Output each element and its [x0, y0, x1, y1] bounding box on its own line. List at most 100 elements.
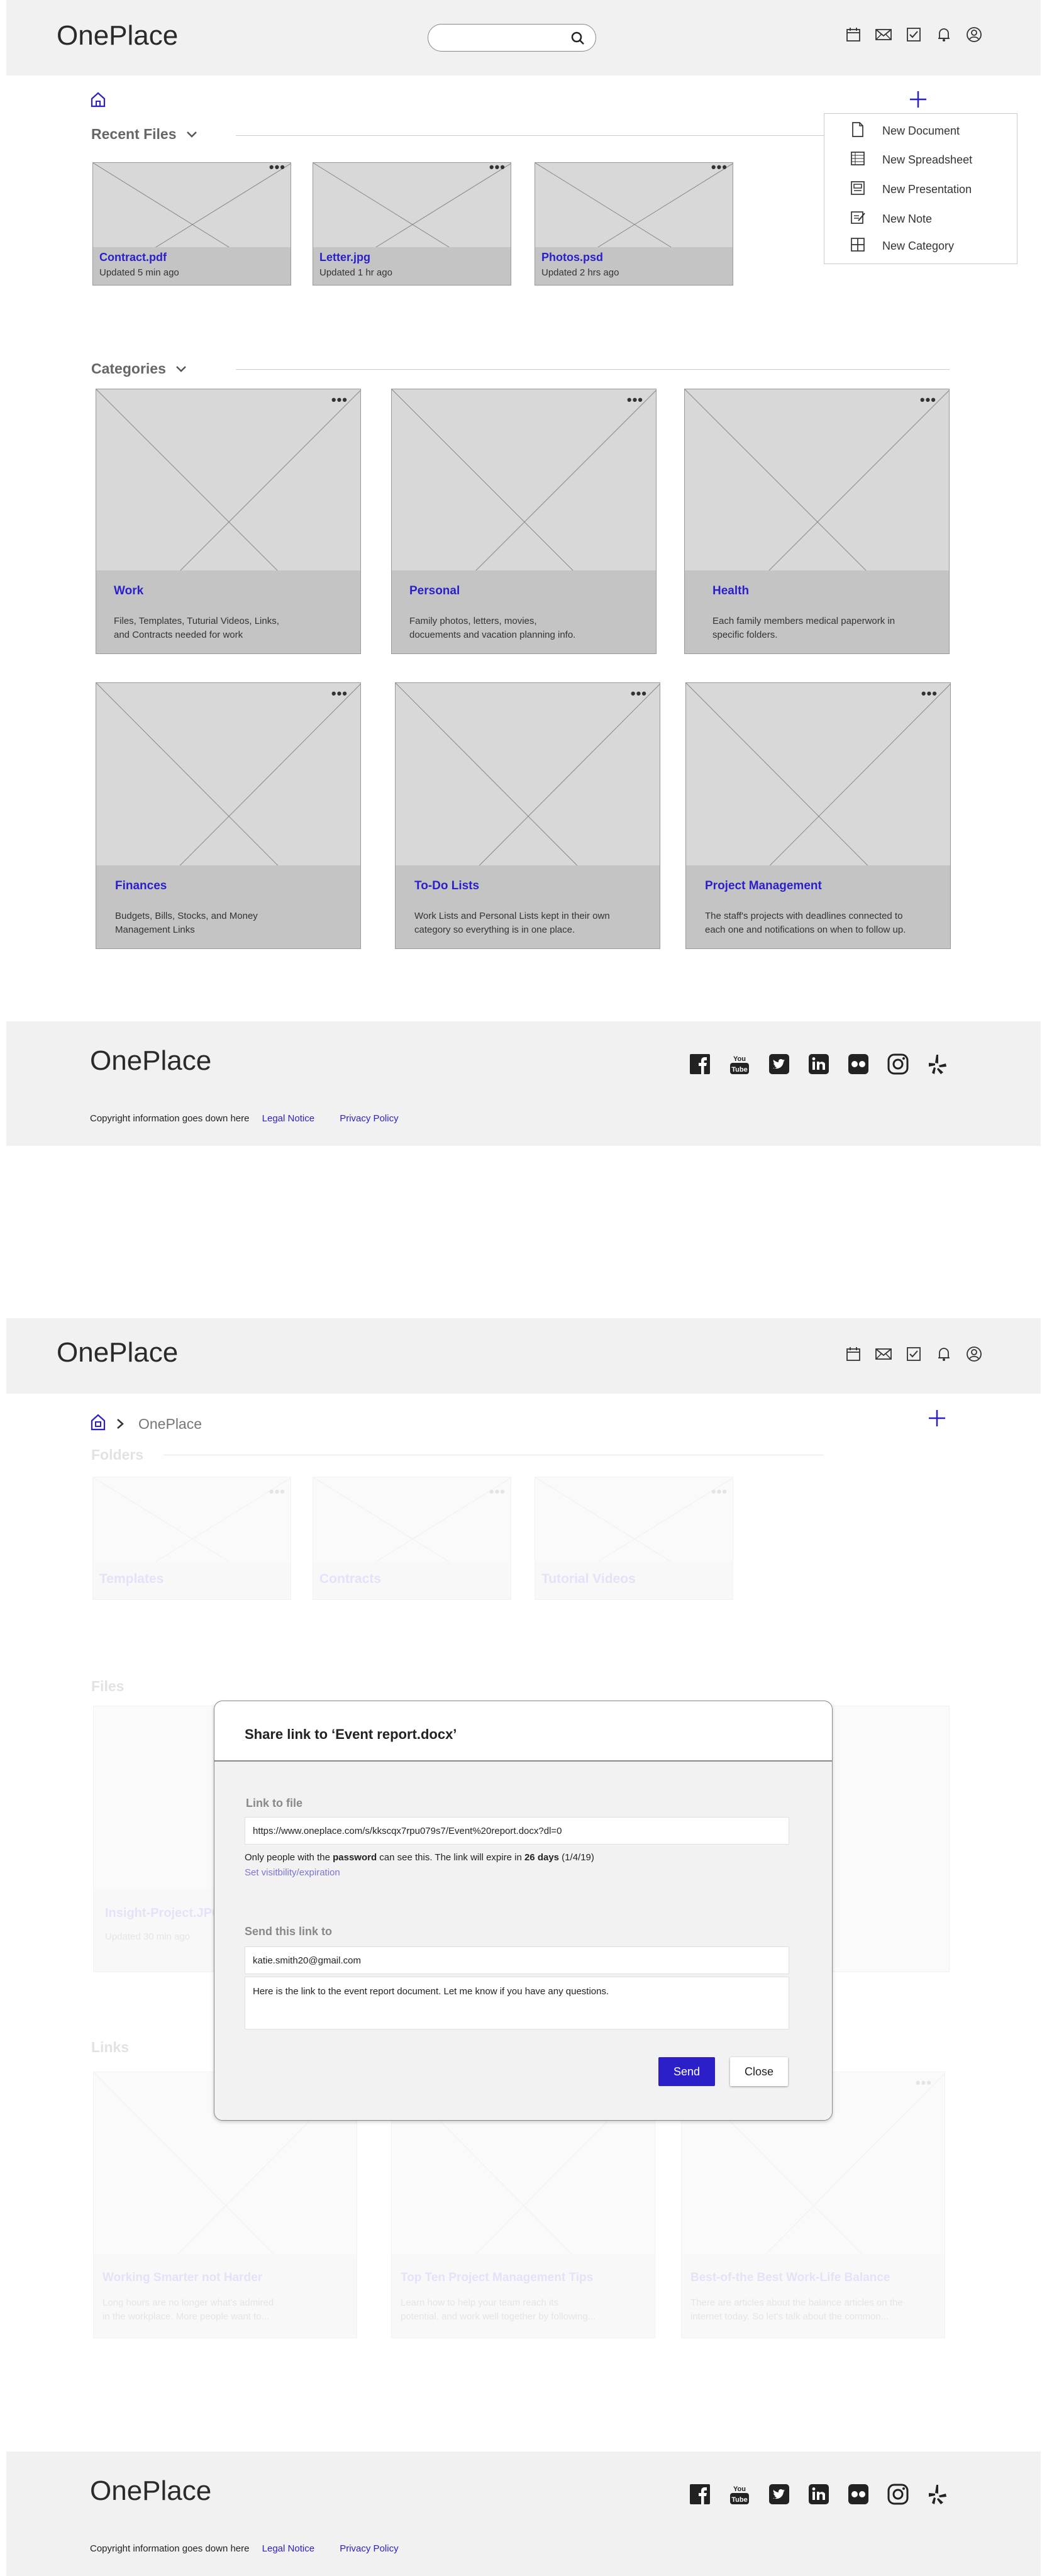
linkedin-icon[interactable] — [807, 2483, 830, 2509]
category-card[interactable]: ••• Work Files, Templates, Tuturial Videos… — [96, 389, 361, 654]
folder-card: ••• Templates — [92, 1477, 291, 1600]
more-options-icon[interactable]: ••• — [331, 687, 348, 701]
category-card[interactable]: ••• Health Each family members medical pap… — [684, 389, 950, 654]
category-icon — [850, 236, 882, 256]
menu-item-new-presentation[interactable]: New Presentation — [850, 180, 972, 199]
footer-logo[interactable]: OnePlace — [90, 2475, 211, 2507]
category-title[interactable]: Project Management — [705, 879, 822, 893]
more-options-icon[interactable]: ••• — [711, 163, 728, 174]
header-2: OnePlace — [6, 1318, 1041, 1394]
category-card[interactable]: ••• Personal Family photos, letters, movie… — [391, 389, 657, 654]
add-icon[interactable] — [928, 1409, 946, 1431]
twitter-icon[interactable] — [768, 2483, 790, 2509]
categories-title[interactable]: Categories — [91, 360, 187, 377]
legal-notice-link[interactable]: Legal Notice — [262, 2543, 314, 2554]
menu-item-new-document[interactable]: New Document — [850, 121, 960, 141]
menu-item-new-spreadsheet[interactable]: New Spreadsheet — [850, 150, 972, 170]
facebook-icon[interactable] — [689, 2483, 711, 2509]
category-title[interactable]: Work — [114, 584, 143, 598]
bell-icon[interactable] — [936, 1346, 952, 1362]
user-icon[interactable] — [966, 1346, 982, 1362]
category-card[interactable]: ••• Finances Budgets, Bills, Stocks, and M… — [96, 682, 361, 949]
home-icon[interactable] — [89, 1413, 107, 1435]
app-logo[interactable]: OnePlace — [57, 1337, 178, 1368]
category-title[interactable]: Finances — [115, 879, 167, 893]
more-options-icon: ••• — [915, 2075, 932, 2090]
bell-icon[interactable] — [936, 26, 952, 43]
footer-logo[interactable]: OnePlace — [90, 1045, 211, 1077]
facebook-icon[interactable] — [689, 1053, 711, 1079]
spreadsheet-icon — [850, 150, 882, 170]
breadcrumb-current: OnePlace — [138, 1416, 202, 1432]
menu-item-new-note[interactable]: New Note — [850, 209, 932, 229]
recent-files-title[interactable]: Recent Files — [91, 126, 198, 143]
calendar-icon[interactable] — [845, 1346, 862, 1362]
more-options-icon[interactable]: ••• — [269, 163, 285, 174]
link-field[interactable]: https://www.oneplace.com/s/kkscqx7rpu079… — [245, 1817, 789, 1845]
file-name[interactable]: Photos.psd — [541, 251, 603, 264]
yelp-icon[interactable] — [926, 1053, 949, 1079]
flickr-icon[interactable] — [847, 2483, 870, 2509]
note-icon — [850, 209, 882, 229]
category-card[interactable]: ••• Project Management The staff's project… — [685, 682, 951, 949]
header-icons — [845, 1346, 982, 1362]
link-label: Link to file — [246, 1797, 302, 1809]
instagram-icon[interactable] — [887, 2483, 909, 2509]
privacy-policy-link[interactable]: Privacy Policy — [340, 2543, 398, 2554]
add-icon[interactable] — [909, 90, 928, 112]
presentation-icon — [850, 180, 882, 199]
file-updated: Updated 5 min ago — [99, 267, 179, 278]
category-card[interactable]: ••• To-Do Lists Work Lists and Personal Li… — [395, 682, 660, 949]
more-options-icon[interactable]: ••• — [627, 393, 643, 407]
checkbox-icon[interactable] — [906, 1346, 922, 1362]
privacy-policy-link[interactable]: Privacy Policy — [340, 1113, 398, 1124]
more-options-icon[interactable]: ••• — [921, 687, 938, 701]
recent-file-card[interactable]: ••• Contract.pdf Updated 5 min ago — [92, 162, 291, 286]
instagram-icon[interactable] — [887, 1053, 909, 1079]
file-name[interactable]: Letter.jpg — [319, 251, 370, 264]
file-name[interactable]: Contract.pdf — [99, 251, 167, 264]
search-input[interactable] — [428, 24, 596, 52]
linkedin-icon[interactable] — [807, 1053, 830, 1079]
calendar-icon[interactable] — [845, 26, 862, 43]
more-options-icon[interactable]: ••• — [920, 393, 936, 407]
divider — [236, 369, 950, 370]
folders-title: Folders — [91, 1446, 144, 1463]
twitter-icon[interactable] — [768, 1053, 790, 1079]
recent-file-card[interactable]: ••• Letter.jpg Updated 1 hr ago — [313, 162, 511, 286]
category-title[interactable]: Personal — [409, 584, 460, 598]
home-icon[interactable] — [89, 91, 107, 111]
link-title: Working Smarter not Harder — [103, 2271, 263, 2284]
category-description: The staff's projects with deadlines conn… — [705, 911, 906, 935]
send-button[interactable]: Send — [658, 2057, 715, 2086]
more-options-icon[interactable]: ••• — [331, 393, 348, 407]
more-options-icon[interactable]: ••• — [631, 687, 647, 701]
file-updated: Updated 1 hr ago — [319, 267, 392, 278]
youtube-icon[interactable]: You Tube — [728, 1053, 751, 1079]
recent-file-card[interactable]: ••• Photos.psd Updated 2 hrs ago — [535, 162, 733, 286]
message-field[interactable]: Here is the link to the event report doc… — [245, 1977, 789, 2029]
mail-icon[interactable] — [875, 26, 892, 43]
chevron-down-icon[interactable] — [175, 360, 187, 377]
app-logo[interactable]: OnePlace — [57, 20, 178, 52]
menu-item-new-category[interactable]: New Category — [850, 236, 954, 256]
yelp-icon[interactable] — [926, 2483, 949, 2509]
more-options-icon: ••• — [489, 1484, 506, 1499]
close-button[interactable]: Close — [730, 2057, 788, 2086]
footer-links: Copyright information goes down here Leg… — [90, 1113, 399, 1124]
mail-icon[interactable] — [875, 1346, 892, 1362]
user-icon[interactable] — [966, 26, 982, 43]
more-options-icon[interactable]: ••• — [489, 163, 506, 174]
header-icons — [845, 26, 982, 43]
email-field[interactable]: katie.smith20@gmail.com — [245, 1946, 789, 1974]
set-visibility-link[interactable]: Set visitbility/expiration — [245, 1867, 340, 1878]
flickr-icon[interactable] — [847, 1053, 870, 1079]
category-title[interactable]: Health — [712, 584, 749, 598]
search-icon[interactable] — [570, 31, 585, 49]
category-title[interactable]: To-Do Lists — [414, 879, 479, 893]
link-title: Best-of-the Best Work-Life Balance — [690, 2271, 890, 2284]
youtube-icon[interactable]: You Tube — [728, 2483, 751, 2509]
legal-notice-link[interactable]: Legal Notice — [262, 1113, 314, 1124]
checkbox-icon[interactable] — [906, 26, 922, 43]
chevron-down-icon[interactable] — [186, 126, 198, 142]
